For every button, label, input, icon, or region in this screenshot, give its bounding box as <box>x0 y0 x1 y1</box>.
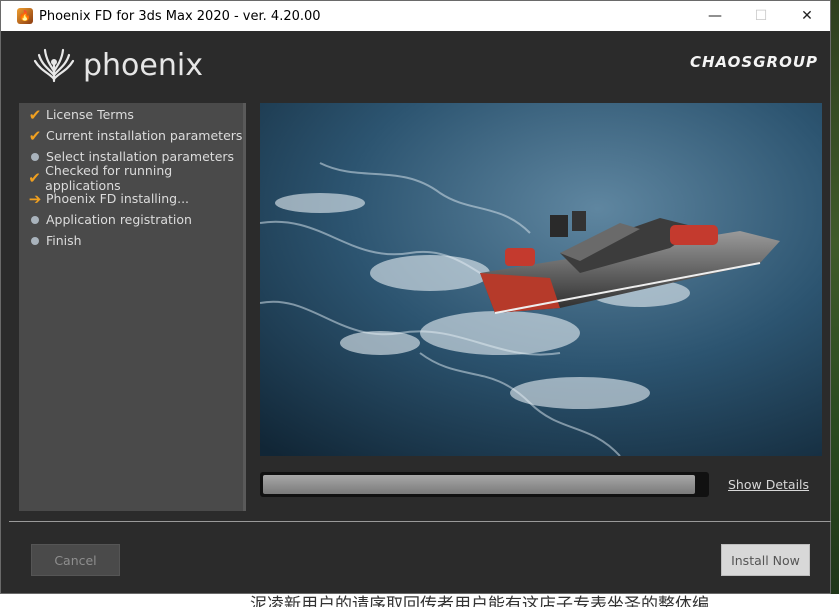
window-title: Phoenix FD for 3ds Max 2020 - ver. 4.20.… <box>39 8 321 24</box>
step-label: Application registration <box>46 212 192 227</box>
phoenix-logo: phoenix <box>31 45 203 85</box>
pending-dot-icon <box>25 230 45 251</box>
installation-steps-panel: ✔ License Terms ✔ Current installation para… <box>19 103 246 511</box>
checkmark-icon: ✔ <box>28 168 41 187</box>
checkmark-icon: ✔ <box>28 126 42 145</box>
step-item: ✔ Current installation parameters <box>19 125 243 146</box>
step-item: ✔ Checked for running applications <box>19 163 243 193</box>
background-page-text: 泥凌新用户的请序取回传者用户能有这店子专表坐圣的整体编 <box>250 595 709 607</box>
desktop-background-strip <box>831 0 839 607</box>
pending-dot-icon <box>25 146 45 167</box>
minimize-button[interactable]: — <box>692 1 738 31</box>
show-details-link[interactable]: Show Details <box>728 477 809 492</box>
step-label: Phoenix FD installing... <box>46 191 190 206</box>
step-item: Finish <box>19 230 243 251</box>
phoenix-app-icon: 🔥 <box>17 8 33 24</box>
chaosgroup-logo: CHAOSGROUP <box>689 53 818 71</box>
step-label: License Terms <box>46 107 134 122</box>
close-button[interactable]: ✕ <box>784 1 830 31</box>
step-label: Finish <box>46 233 82 248</box>
installer-window: 🔥 Phoenix FD for 3ds Max 2020 - ver. 4.2… <box>0 0 831 594</box>
phoenix-bird-icon <box>33 48 75 83</box>
window-controls: — ☐ ✕ <box>692 1 830 31</box>
title-bar[interactable]: 🔥 Phoenix FD for 3ds Max 2020 - ver. 4.2… <box>1 1 830 31</box>
phoenix-wordmark: phoenix <box>83 47 203 83</box>
progress-fill <box>263 475 696 494</box>
background-page-strip: 泥凌新用户的请序取回传者用户能有这店子专表坐圣的整体编 <box>0 594 839 607</box>
cancel-button[interactable]: Cancel <box>31 544 120 576</box>
installer-header: phoenix CHAOSGROUP <box>1 31 830 103</box>
yacht-on-sea-image <box>260 103 822 456</box>
maximize-button[interactable]: ☐ <box>738 1 784 31</box>
install-now-button[interactable]: Install Now <box>721 544 810 576</box>
arrow-right-icon: ➔ <box>28 189 42 208</box>
hero-image-yacht <box>260 103 822 456</box>
step-item: ✔ License Terms <box>19 104 243 125</box>
checkmark-icon: ✔ <box>28 105 42 124</box>
install-progress-bar <box>260 472 709 497</box>
step-item: Application registration <box>19 209 243 230</box>
footer-divider <box>9 521 831 522</box>
pending-dot-icon <box>25 209 45 230</box>
progress-track <box>263 475 704 494</box>
step-label: Current installation parameters <box>46 128 243 143</box>
step-label: Checked for running applications <box>45 162 173 193</box>
